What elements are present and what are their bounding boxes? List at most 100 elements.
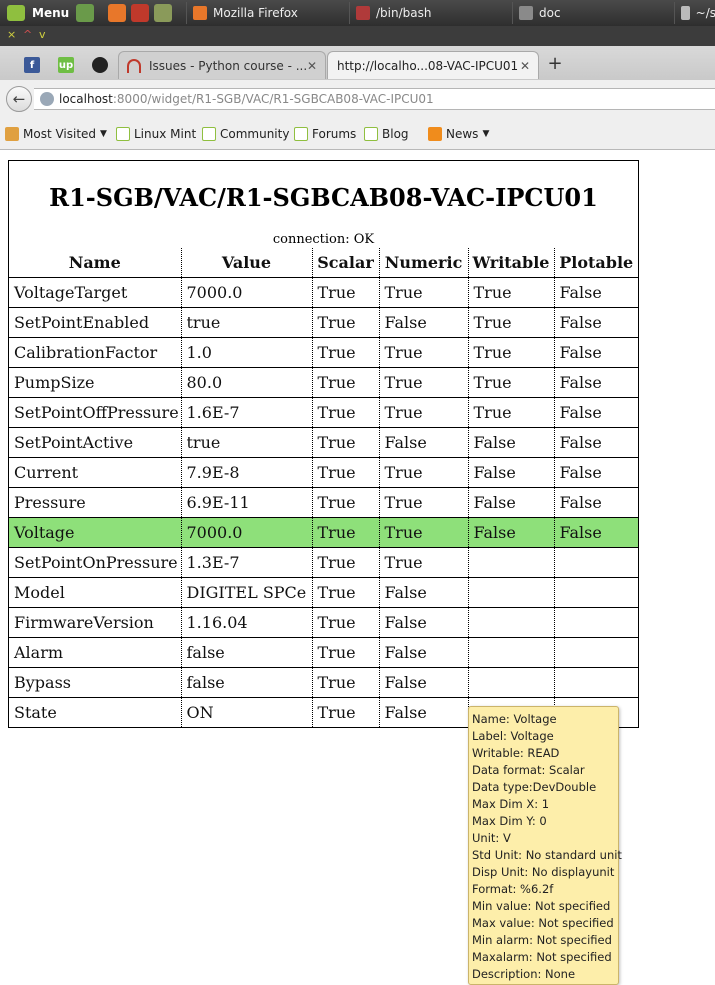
table-cell: ON	[180, 697, 312, 727]
table-cell	[553, 637, 638, 668]
pinned-tab-facebook[interactable]: f	[17, 53, 47, 77]
tooltip-line: Min value: Not specified	[472, 899, 611, 913]
table-row[interactable]: SetPointOnPressure 1.3E-7 True True	[9, 547, 638, 578]
table-cell: False	[378, 607, 468, 638]
table-cell: True	[311, 547, 379, 578]
window-controls: × ^ v	[0, 26, 715, 46]
table-cell: False	[553, 427, 638, 458]
table-cell: 7000.0	[180, 517, 312, 548]
mint-leaf-icon	[202, 127, 216, 141]
table-cell: True	[311, 607, 379, 638]
table-cell: SetPointOffPressure	[9, 397, 181, 428]
table-cell: True	[311, 637, 379, 668]
table-row[interactable]: Bypass false True False	[9, 667, 638, 698]
bookmark-news[interactable]: News ▼	[428, 127, 489, 141]
table-row[interactable]: Pressure 6.9E-11 True True False False	[9, 487, 638, 518]
page-content: R1-SGB/VAC/R1-SGBCAB08-VAC-IPCU01 connec…	[0, 151, 715, 985]
table-row[interactable]: PumpSize 80.0 True True True False	[9, 367, 638, 398]
table-cell: True	[311, 277, 379, 308]
tooltip-line: Max Dim Y: 0	[472, 814, 547, 828]
table-cell: Current	[9, 457, 181, 488]
table-cell	[553, 577, 638, 608]
app-launcher-icon[interactable]	[131, 4, 149, 22]
tab-widget[interactable]: http://localho...08-VAC-IPCU01 ✕	[327, 51, 539, 79]
mint-leaf-icon	[364, 127, 378, 141]
bookmark-community[interactable]: Community	[202, 127, 289, 141]
table-row[interactable]: Current 7.9E-8 True True False False	[9, 457, 638, 488]
table-cell	[553, 607, 638, 638]
pinned-tab-upwork[interactable]: up	[51, 53, 81, 77]
table-cell: True	[311, 397, 379, 428]
table-cell: False	[467, 487, 554, 518]
start-menu-button[interactable]: Menu	[0, 0, 69, 26]
bookmark-label: News	[446, 127, 479, 141]
pinned-tab-github[interactable]	[85, 53, 115, 77]
table-cell: True	[378, 457, 468, 488]
task-doc[interactable]: doc	[512, 2, 668, 24]
tooltip-line: Format: %6.2f	[472, 882, 554, 896]
bookmark-blog[interactable]: Blog	[364, 127, 409, 141]
table-row[interactable]: SetPointEnabled true True False True False	[9, 307, 638, 338]
table-cell: True	[378, 277, 468, 308]
url-bar[interactable]: localhost:8000/widget/R1-SGB/VAC/R1-SGBC…	[34, 88, 715, 110]
device-title: R1-SGB/VAC/R1-SGBCAB08-VAC-IPCU01	[49, 183, 598, 212]
table-cell: True	[467, 307, 554, 338]
firefox-launcher-icon[interactable]	[108, 4, 126, 22]
table-cell: True	[378, 397, 468, 428]
table-cell: True	[467, 277, 554, 308]
table-row[interactable]: Alarm false True False	[9, 637, 638, 668]
tooltip-line: Name: Voltage	[472, 712, 557, 726]
editor-icon	[681, 6, 690, 20]
table-cell: False	[553, 307, 638, 338]
table-cell: 7.9E-8	[180, 457, 312, 488]
table-cell: True	[467, 337, 554, 368]
table-row[interactable]: Voltage 7000.0 True True False False	[9, 517, 638, 548]
tooltip-line: Data format: Scalar	[472, 763, 585, 777]
bookmark-forums[interactable]: Forums	[294, 127, 356, 141]
new-tab-button[interactable]: +	[545, 55, 565, 75]
table-row[interactable]: CalibrationFactor 1.0 True True True False	[9, 337, 638, 368]
table-cell: SetPointActive	[9, 427, 181, 458]
table-cell: False	[553, 277, 638, 308]
task-bash[interactable]: /bin/bash	[349, 2, 510, 24]
navigation-bar: localhost:8000/widget/R1-SGB/VAC/R1-SGBC…	[0, 80, 715, 120]
table-row[interactable]: VoltageTarget 7000.0 True True True False	[9, 277, 638, 308]
table-cell: False	[553, 397, 638, 428]
desktop-icon[interactable]	[76, 4, 94, 22]
tab-issues[interactable]: Issues - Python course - ... ✕	[118, 51, 326, 79]
attribute-tooltip: Name: Voltage Label: Voltage Writable: REA…	[468, 706, 622, 985]
table-cell: True	[311, 517, 379, 548]
table-row[interactable]: Model DIGITEL SPCe True False	[9, 577, 638, 608]
task-firefox[interactable]: Mozilla Firefox	[186, 2, 347, 24]
bookmark-label: Blog	[382, 127, 409, 141]
close-tab-icon[interactable]: ✕	[520, 59, 530, 73]
back-button[interactable]: ←	[6, 86, 32, 112]
bookmark-most-visited[interactable]: Most Visited ▼	[5, 127, 107, 141]
back-arrow-icon: ←	[12, 90, 26, 108]
upwork-icon: up	[58, 57, 74, 73]
task-editor[interactable]: ~/s	[674, 2, 715, 24]
table-cell: 7000.0	[180, 277, 312, 308]
minimize-window-icon[interactable]: ^	[23, 28, 32, 41]
folder-icon	[519, 6, 533, 20]
close-window-icon[interactable]: ×	[7, 28, 16, 41]
table-cell: true	[180, 307, 312, 338]
task-label: Mozilla Firefox	[213, 6, 298, 20]
table-row[interactable]: SetPointOffPressure 1.6E-7 True True True Fal…	[9, 397, 638, 428]
url-host: localhost	[59, 92, 113, 106]
device-widget: R1-SGB/VAC/R1-SGBCAB08-VAC-IPCU01 connec…	[8, 160, 639, 728]
attributes-table: Name Value Scalar Numeric Writable Plota…	[9, 248, 638, 727]
table-row[interactable]: SetPointActive true True False False False	[9, 427, 638, 458]
tab-label: http://localho...08-VAC-IPCU01	[337, 58, 519, 73]
table-row[interactable]: FirmwareVersion 1.16.04 True False	[9, 607, 638, 638]
maximize-window-icon[interactable]: v	[39, 28, 46, 41]
table-cell	[467, 667, 554, 698]
table-cell: 80.0	[180, 367, 312, 398]
tab-label: Issues - Python course - ...	[149, 58, 308, 73]
mint-leaf-icon	[294, 127, 308, 141]
files-launcher-icon[interactable]	[154, 4, 172, 22]
table-cell: 1.3E-7	[180, 547, 312, 578]
table-cell: True	[378, 487, 468, 518]
close-tab-icon[interactable]: ✕	[307, 59, 317, 73]
bookmark-linux-mint[interactable]: Linux Mint	[116, 127, 196, 141]
